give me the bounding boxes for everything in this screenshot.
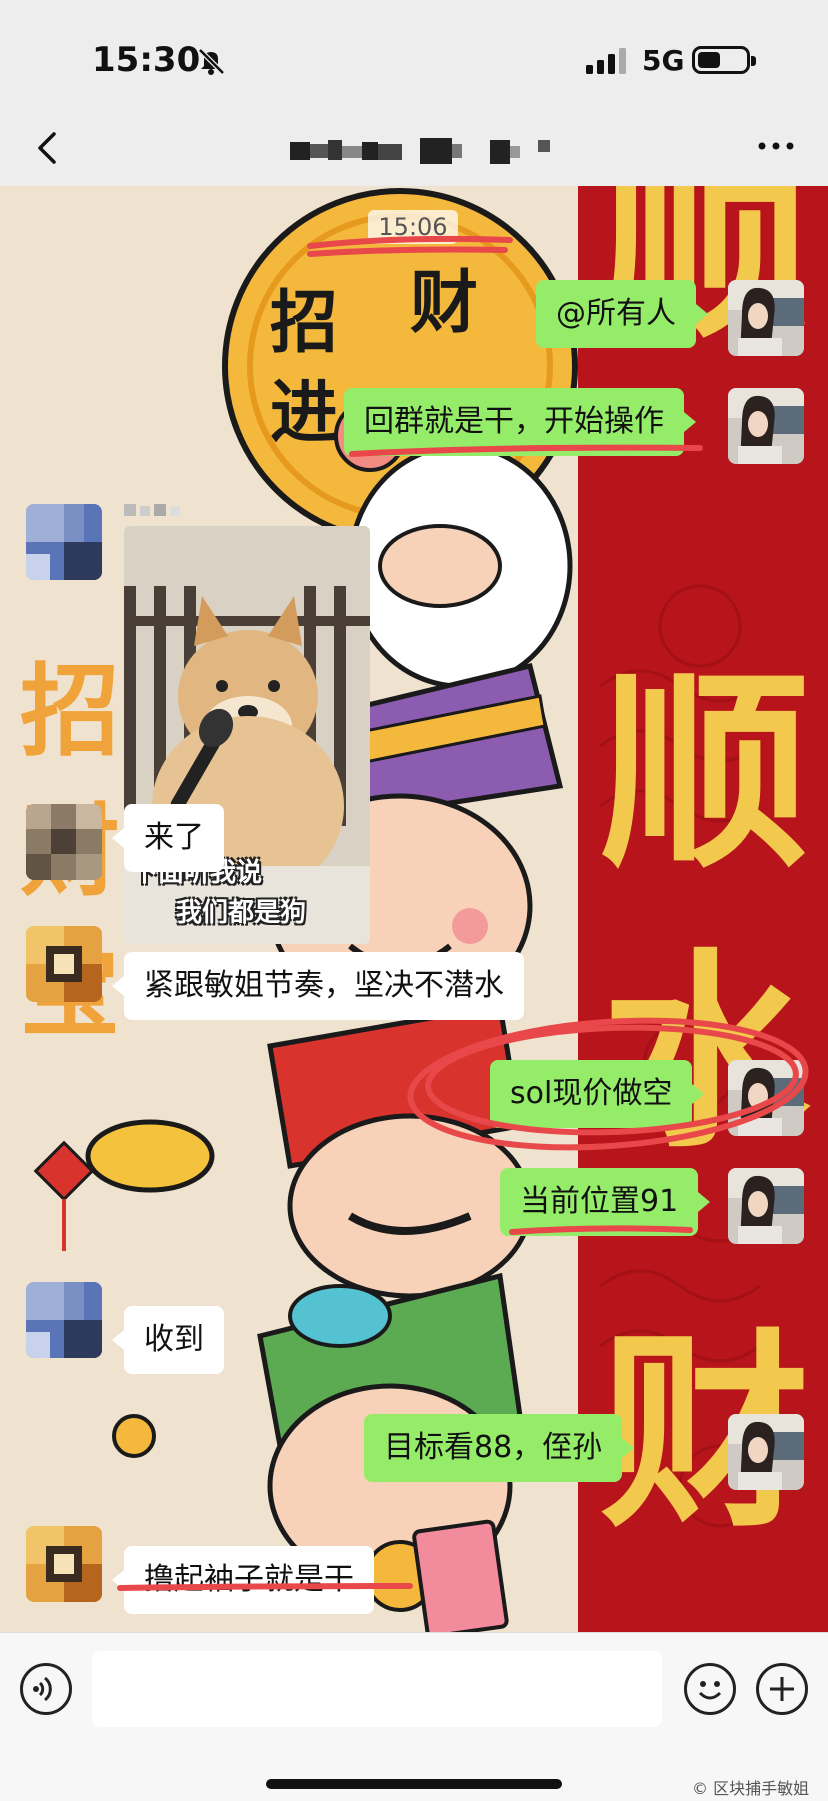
member-avatar-redacted[interactable] — [26, 1526, 102, 1602]
battery-icon — [692, 46, 756, 74]
chat-title-redacted — [290, 138, 550, 164]
message-bubble-incoming[interactable]: 撸起袖子就是干 — [112, 1546, 374, 1614]
bell-slash-icon — [198, 48, 225, 75]
chevron-left-icon[interactable] — [30, 128, 66, 168]
member-avatar-redacted[interactable] — [26, 1282, 102, 1358]
message-bubble-incoming[interactable]: 紧跟敏姐节奏，坚决不潜水 — [112, 952, 524, 1020]
svg-text:招: 招 — [270, 283, 338, 363]
message-bubble-outgoing[interactable]: @所有人 — [536, 280, 708, 348]
dog-sticker-image[interactable]: 下面听我说 我们都是狗 — [124, 526, 370, 944]
member-avatar-redacted[interactable] — [26, 504, 102, 580]
message-bubble-incoming[interactable]: 来了 — [112, 804, 224, 872]
message-bubble-incoming[interactable]: 收到 — [112, 1306, 224, 1374]
svg-text:招: 招 — [20, 652, 120, 770]
signal-icon — [586, 48, 626, 74]
sticker-caption-2: 我们都是狗 — [176, 898, 307, 928]
message-bubble-outgoing[interactable]: sol现价做空 — [490, 1060, 705, 1128]
member-name-redacted — [124, 504, 180, 516]
status-bar: 15:30 5G — [0, 0, 828, 110]
emoji-icon[interactable] — [684, 1663, 736, 1715]
plus-icon[interactable] — [756, 1663, 808, 1715]
my-avatar[interactable] — [728, 1414, 804, 1490]
voice-icon[interactable] — [20, 1663, 72, 1715]
my-avatar[interactable] — [728, 1060, 804, 1136]
input-bar: © 区块捕手敏姐 — [0, 1632, 828, 1801]
message-bubble-outgoing[interactable]: 目标看88，侄孙 — [364, 1414, 635, 1482]
message-timestamp: 15:06 — [368, 210, 458, 244]
svg-text:财: 财 — [410, 263, 478, 343]
message-bubble-outgoing[interactable]: 回群就是干，开始操作 — [344, 388, 696, 456]
watermark: © 区块捕手敏姐 — [692, 1779, 810, 1798]
more-dots-icon[interactable] — [756, 140, 796, 152]
status-time: 15:30 — [92, 40, 201, 80]
chat-header — [0, 110, 828, 186]
member-avatar-redacted[interactable] — [26, 804, 102, 880]
home-indicator[interactable] — [266, 1779, 562, 1789]
svg-text:顺: 顺 — [600, 649, 810, 896]
my-avatar[interactable] — [728, 280, 804, 356]
member-avatar-redacted[interactable] — [26, 926, 102, 1002]
network-type: 5G — [642, 44, 685, 77]
my-avatar[interactable] — [728, 1168, 804, 1244]
chat-area[interactable]: 顺 顺 水 财 招 财 进 招 财 宝 — [0, 186, 828, 1632]
message-input[interactable] — [92, 1651, 662, 1727]
svg-text:进: 进 — [270, 373, 338, 453]
svg-text:水: 水 — [600, 929, 811, 1176]
message-bubble-outgoing[interactable]: 当前位置91 — [500, 1168, 711, 1236]
my-avatar[interactable] — [728, 388, 804, 464]
